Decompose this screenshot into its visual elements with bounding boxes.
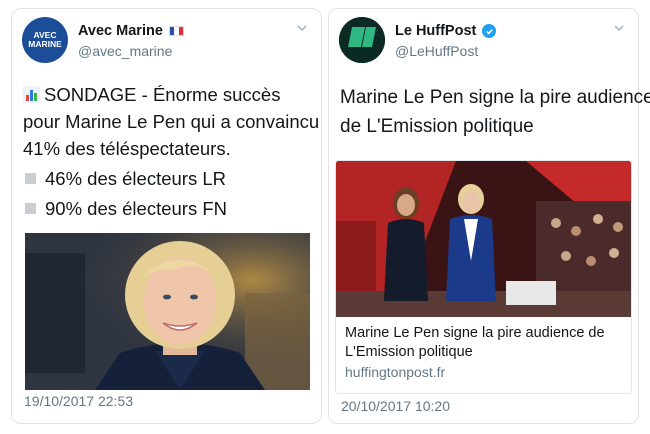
tweet-text-line-1: Marine Le Pen signe la pire audience: [340, 87, 650, 108]
tweet-header: Le HuffPost @LeHuffPost: [339, 17, 628, 65]
bar-chart-icon: [23, 86, 40, 103]
tweet-text: SONDAGE - Énorme succès pour Marine Le P…: [23, 81, 320, 222]
author-handle[interactable]: @avec_marine: [78, 43, 172, 59]
chevron-down-icon[interactable]: [612, 21, 626, 35]
tweet-huffpost[interactable]: Le HuffPost @LeHuffPost Marine Le Pen si…: [328, 8, 650, 424]
tweet-photo[interactable]: [25, 233, 310, 390]
french-flag-icon: [168, 26, 184, 36]
huffpost-logo-icon: [339, 17, 385, 63]
white-square-icon: [25, 203, 36, 214]
avatar[interactable]: AVEC MARINE: [22, 17, 68, 63]
card-title-line-1: Marine Le Pen signe la pire audience de: [345, 325, 605, 341]
chevron-down-icon[interactable]: [295, 21, 309, 35]
bullet-text-2: 90% des électeurs FN: [45, 198, 228, 219]
author-handle[interactable]: @LeHuffPost: [395, 43, 478, 59]
tweet-text-line-1: SONDAGE - Énorme succès: [44, 84, 281, 105]
timestamp[interactable]: 19/10/2017 22:53: [24, 393, 133, 409]
avatar[interactable]: [339, 17, 385, 63]
portrait-image: [25, 233, 310, 390]
list-item: 90% des électeurs FN: [23, 195, 311, 222]
tweet-text-line: SONDAGE - Énorme succès: [23, 81, 311, 108]
link-preview-card[interactable]: Marine Le Pen signe la pire audience de …: [335, 160, 632, 394]
bullet-text-1: 46% des électeurs LR: [45, 168, 226, 189]
author-name[interactable]: Le HuffPost: [395, 23, 476, 39]
author-name-row: Le HuffPost: [395, 23, 497, 39]
tv-studio-image: [336, 161, 631, 317]
tweet-text-line-2: pour Marine Le Pen qui a convaincu: [23, 111, 320, 132]
timestamp[interactable]: 20/10/2017 10:20: [341, 398, 450, 414]
list-item: 46% des électeurs LR: [23, 165, 311, 192]
author-name-row: Avec Marine: [78, 23, 184, 39]
card-image[interactable]: [336, 161, 631, 317]
white-square-icon: [25, 173, 36, 184]
author-name[interactable]: Avec Marine: [78, 23, 163, 39]
card-title[interactable]: Marine Le Pen signe la pire audience de …: [345, 324, 623, 362]
card-title-line-2: L'Emission politique: [345, 344, 473, 360]
tweet-text-line-3: 41% des téléspectateurs.: [23, 138, 231, 159]
tweet-header: AVEC MARINE Avec Marine @avec_marine: [22, 17, 311, 65]
verified-badge-icon: [482, 24, 497, 38]
card-domain[interactable]: huffingtonpost.fr: [345, 364, 445, 380]
avatar-text-line-2: MARINE: [28, 39, 62, 49]
tweet-text-line-2: de L'Emission politique: [340, 116, 534, 137]
tweet-avec-marine[interactable]: AVEC MARINE Avec Marine @avec_marine SON…: [11, 8, 322, 424]
tweet-text: Marine Le Pen signe la pire audience de …: [340, 83, 650, 141]
